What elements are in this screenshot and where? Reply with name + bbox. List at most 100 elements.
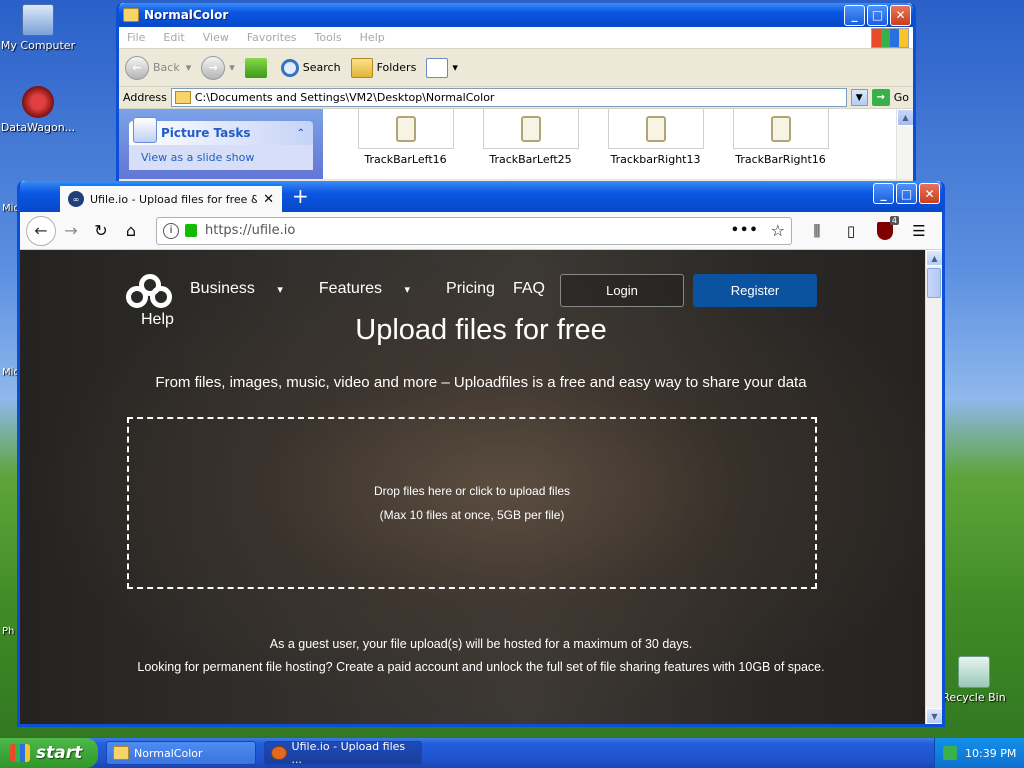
- ublock-button[interactable]: 4: [868, 215, 902, 240]
- scroll-up-arrow-icon[interactable]: ▲: [926, 250, 942, 266]
- up-folder-button[interactable]: [244, 57, 271, 78]
- taskbar-item-firefox[interactable]: Ufile.io - Upload files ...: [264, 740, 422, 766]
- image-thumbnail: [607, 109, 704, 149]
- forward-button[interactable]: →: [56, 216, 86, 246]
- search-button[interactable]: Search: [280, 58, 341, 77]
- menu-file[interactable]: File: [127, 31, 145, 44]
- windows-logo-icon: [871, 27, 909, 48]
- nav-faq[interactable]: FAQ: [513, 280, 545, 298]
- scroll-down-arrow-icon[interactable]: ▼: [926, 708, 942, 724]
- lock-icon: [185, 224, 197, 237]
- taskbar-item-normalcolor[interactable]: NormalColor: [106, 741, 256, 765]
- ufile-logo[interactable]: [126, 274, 174, 308]
- site-info-icon[interactable]: i: [163, 222, 179, 239]
- back-button[interactable]: ←: [26, 215, 56, 246]
- bookmark-star-icon[interactable]: ☆: [771, 221, 785, 240]
- explorer-scrollbar[interactable]: ▲: [896, 109, 913, 179]
- home-button[interactable]: ⌂: [116, 216, 146, 246]
- ublock-badge: 4: [889, 215, 899, 225]
- picture-tasks-title: Picture Tasks: [161, 126, 251, 140]
- minimize-button[interactable]: _: [873, 183, 894, 204]
- explorer-title: NormalColor: [144, 8, 229, 22]
- image-thumbnail: [482, 109, 579, 149]
- dropzone-limits: (Max 10 files at once, 5GB per file): [379, 508, 565, 522]
- address-input[interactable]: C:\Documents and Settings\VM2\Desktop\No…: [170, 88, 847, 107]
- image-thumbnail: [732, 109, 829, 149]
- desktop-icon-partial[interactable]: Ph: [2, 626, 14, 637]
- picture-tasks-header[interactable]: Picture Tasks ⌃: [129, 117, 313, 145]
- minimize-button[interactable]: _: [844, 4, 865, 26]
- menu-hamburger-icon[interactable]: ☰: [902, 222, 936, 240]
- register-button[interactable]: Register: [693, 274, 817, 307]
- folder-icon: [123, 8, 139, 22]
- browser-tab[interactable]: ∞ Ufile.io - Upload files for free & sh …: [60, 184, 282, 212]
- nav-business-label: Business: [190, 280, 255, 297]
- start-label: start: [36, 743, 83, 763]
- upload-dropzone[interactable]: Drop files here or click to upload files…: [127, 417, 817, 589]
- page-actions-icon[interactable]: •••: [731, 223, 759, 238]
- new-tab-button[interactable]: +: [292, 184, 309, 208]
- picture-tasks-icon: [133, 117, 157, 143]
- url-bar[interactable]: i https://ufile.io ••• ☆: [156, 216, 792, 245]
- maximize-button[interactable]: □: [867, 4, 888, 26]
- maximize-button[interactable]: □: [896, 183, 917, 204]
- go-label: Go: [893, 91, 909, 104]
- menu-view[interactable]: View: [203, 31, 229, 44]
- nav-pricing[interactable]: Pricing: [446, 280, 495, 298]
- desktop-icon-my-computer[interactable]: My Computer: [0, 4, 80, 52]
- taskbar: start NormalColor Ufile.io - Upload file…: [0, 738, 1024, 768]
- close-button[interactable]: ✕: [919, 183, 940, 204]
- scroll-thumb[interactable]: [927, 268, 941, 298]
- close-button[interactable]: ✕: [890, 4, 911, 26]
- thumbnail-label: TrackBarLeft16: [364, 153, 447, 166]
- folders-button[interactable]: Folders: [350, 57, 417, 78]
- tasks-pane: Picture Tasks ⌃ View as a slide show: [119, 109, 323, 179]
- login-button[interactable]: Login: [560, 274, 684, 307]
- nav-features-label: Features: [318, 280, 383, 297]
- page-scrollbar[interactable]: ▲ ▼: [925, 250, 942, 724]
- computer-icon: [22, 4, 54, 36]
- thumbnail-label: TrackBarLeft25: [489, 153, 572, 166]
- tab-close-icon[interactable]: ✕: [263, 192, 274, 207]
- firefox-titlebar[interactable]: ∞ Ufile.io - Upload files for free & sh …: [20, 181, 942, 212]
- explorer-menubar: File Edit View Favorites Tools Help: [119, 27, 913, 49]
- site-nav: Business ▾ Features ▾ Pricing FAQ: [190, 280, 563, 298]
- thumbnail-item[interactable]: TrackBarLeft16: [343, 109, 468, 166]
- recycle-bin-icon: [958, 656, 990, 688]
- sidebar-icon[interactable]: ▯: [834, 222, 868, 240]
- tray-network-icon[interactable]: [943, 746, 957, 760]
- folders-label: Folders: [376, 61, 417, 74]
- page-subtitle: From files, images, music, video and mor…: [155, 374, 807, 391]
- start-button[interactable]: start: [0, 738, 98, 768]
- menu-tools[interactable]: Tools: [315, 31, 342, 44]
- nav-business[interactable]: Business ▾: [190, 280, 301, 298]
- go-button[interactable]: → Go: [871, 89, 909, 106]
- menu-favorites[interactable]: Favorites: [247, 31, 297, 44]
- thumbnail-label: TrackBarRight16: [735, 153, 826, 166]
- collapse-chevron-icon[interactable]: ⌃: [297, 128, 305, 139]
- scroll-up-arrow-icon[interactable]: ▲: [897, 109, 913, 126]
- explorer-titlebar[interactable]: NormalColor _ □ ✕: [119, 3, 913, 27]
- nav-features[interactable]: Features ▾: [319, 280, 428, 298]
- slideshow-task-link[interactable]: View as a slide show: [129, 145, 313, 170]
- menu-help[interactable]: Help: [360, 31, 385, 44]
- dropdown-arrow-icon: ▾: [185, 61, 192, 74]
- thumbnail-item[interactable]: TrackbarRight13: [593, 109, 718, 166]
- reload-button[interactable]: ↻: [86, 216, 116, 246]
- address-dropdown-button[interactable]: ▼: [850, 89, 868, 106]
- thumbnail-item[interactable]: TrackBarRight16: [718, 109, 843, 166]
- image-thumbnail: [357, 109, 454, 149]
- views-button[interactable]: ▾: [426, 57, 458, 78]
- ufile-favicon-icon: ∞: [68, 191, 84, 207]
- desktop-icon-datawagon[interactable]: DataWagon...: [0, 86, 80, 134]
- thumbnail-list: TrackBarLeft16 TrackBarLeft25 TrackbarRi…: [343, 109, 843, 166]
- search-label: Search: [302, 61, 341, 74]
- thumbnail-item[interactable]: TrackBarLeft25: [468, 109, 593, 166]
- menu-edit[interactable]: Edit: [163, 31, 184, 44]
- clock[interactable]: 10:39 PM: [965, 747, 1016, 760]
- guest-retention-text: As a guest user, your file upload(s) wil…: [269, 637, 693, 651]
- back-button[interactable]: ← Back ▾: [125, 55, 192, 80]
- library-icon[interactable]: ⫼: [800, 222, 834, 240]
- search-icon: [280, 58, 299, 77]
- forward-button[interactable]: → ▾: [201, 55, 235, 80]
